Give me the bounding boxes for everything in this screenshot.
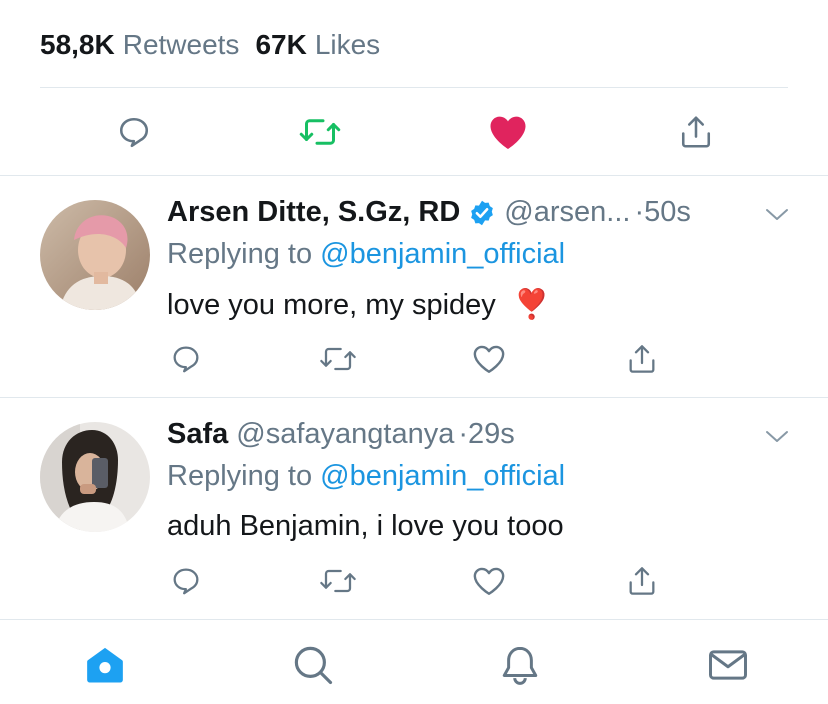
timestamp[interactable]: 50s [644,196,691,229]
replying-prefix: Replying to [167,238,313,270]
heart-filled-icon [490,116,526,149]
retweet-button[interactable] [298,110,342,154]
like-button[interactable] [469,339,509,379]
share-button[interactable] [674,110,718,154]
separator-dot: · [458,418,469,450]
heart-exclamation-emoji: ❣️ [513,289,550,321]
tab-messages[interactable] [705,642,751,688]
share-button[interactable] [622,339,662,379]
reply-tweet[interactable]: Arsen Ditte, S.Gz, RD @arsen... · 50s Re… [0,176,828,396]
retweet-icon [320,347,356,371]
replying-to-line: Replying to @benjamin_official [167,460,565,493]
tab-search[interactable] [290,642,336,688]
more-options-button[interactable] [762,422,792,452]
reply-header: Safa @safayangtanya · 29s [167,418,515,451]
replying-prefix: Replying to [167,460,313,492]
tweet-text: love you more, my spidey ❣️ [167,288,550,322]
divider [40,87,788,88]
share-icon [629,567,655,595]
reply-button[interactable] [166,339,206,379]
search-icon [294,646,333,685]
heart-icon [473,567,505,595]
tweet-body: aduh Benjamin, i love you tooo [167,510,564,542]
messages-icon [709,650,747,680]
replying-to-line: Replying to @benjamin_official [167,238,565,271]
chevron-down-icon [766,431,788,442]
separator-dot: · [634,196,645,228]
user-handle[interactable]: @arsen... [504,196,630,229]
reply-button[interactable] [166,561,206,601]
tweet-action-bar [0,100,828,162]
avatar[interactable] [40,422,150,532]
reply-icon [173,346,199,373]
heart-icon [473,345,505,373]
retweet-icon [299,119,341,145]
retweet-icon [320,569,356,593]
likes-label[interactable]: Likes [315,29,380,61]
bottom-tab-bar [0,620,828,704]
reply-icon [119,117,149,148]
tweet-body: love you more, my spidey [167,288,496,321]
reply-tweet[interactable]: Safa @safayangtanya · 29s Replying to @b… [0,398,828,618]
display-name[interactable]: Arsen Ditte, S.Gz, RD [167,196,460,229]
retweet-button[interactable] [318,561,358,601]
reply-button[interactable] [112,110,156,154]
reply-icon [173,568,199,595]
chevron-down-icon [766,209,788,220]
share-icon [681,116,711,148]
tweet-text: aduh Benjamin, i love you tooo [167,510,564,543]
avatar[interactable] [40,200,150,310]
replying-to-link[interactable]: @benjamin_official [320,238,565,270]
timestamp[interactable]: 29s [468,418,515,451]
tweet-stats: 58,8K Retweets 67K Likes [40,26,380,64]
likes-count[interactable]: 67K [255,29,306,61]
like-button[interactable] [469,561,509,601]
share-icon [629,345,655,373]
retweets-label[interactable]: Retweets [123,29,240,61]
display-name[interactable]: Safa [167,418,228,451]
home-icon [87,647,123,683]
more-options-button[interactable] [762,200,792,230]
replying-to-link[interactable]: @benjamin_official [320,460,565,492]
notifications-icon [502,646,538,685]
user-handle[interactable]: @safayangtanya [236,418,454,451]
tab-notifications[interactable] [497,642,543,688]
verified-badge-icon [468,199,496,227]
share-button[interactable] [622,561,662,601]
like-button[interactable] [486,110,530,154]
avatar-image [40,422,150,532]
avatar-image [40,200,150,310]
reply-header: Arsen Ditte, S.Gz, RD @arsen... · 50s [167,196,691,229]
retweet-button[interactable] [318,339,358,379]
tab-home[interactable] [82,642,128,688]
retweets-count[interactable]: 58,8K [40,29,115,61]
